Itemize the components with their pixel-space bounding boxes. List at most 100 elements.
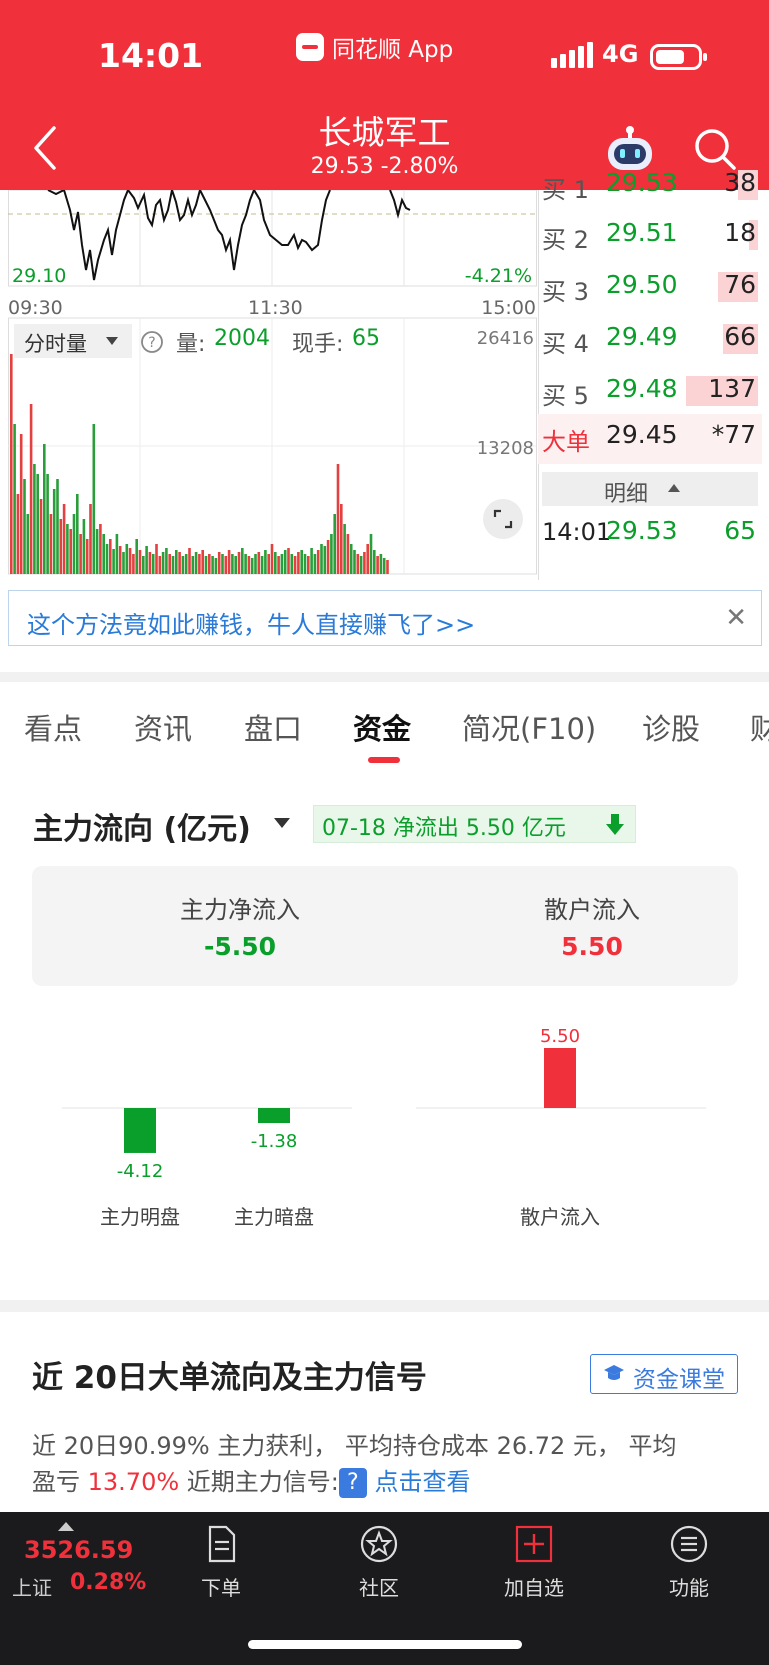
graduation-cap-icon	[604, 1365, 624, 1380]
hand-value: 65	[352, 326, 380, 351]
signals-title: 近 20日大单流向及主力信号	[32, 1360, 427, 1396]
volume-bar	[340, 504, 343, 574]
app-logo-icon	[296, 33, 324, 61]
fund-class-button[interactable]: 资金课堂	[590, 1354, 738, 1394]
volume-bar	[293, 556, 297, 574]
volume-bar	[204, 556, 208, 574]
add-square-icon	[515, 1525, 553, 1563]
volume-bar	[244, 554, 247, 574]
volume-bar	[125, 544, 129, 574]
profit-loss-label: 盈亏	[32, 1468, 88, 1496]
volume-bar	[132, 554, 135, 574]
orderbook-panel: 买 1 29.53 38 买 2 29.51 18 买 3 29.50 76 买 4 29.49 66…	[538, 168, 762, 580]
volume-bar	[217, 552, 221, 574]
volume-bar	[316, 550, 320, 574]
tab-news[interactable]: 资讯	[134, 706, 192, 748]
volume-bar	[151, 554, 155, 574]
volume-bar	[234, 556, 237, 574]
bid-label: 买 2	[542, 226, 589, 254]
volume-bar	[171, 556, 175, 574]
flow-category-label: 散户流入	[520, 1205, 600, 1229]
document-icon	[208, 1525, 236, 1563]
tab-profile[interactable]: 简况(F10)	[462, 706, 596, 748]
nav-add-watchlist[interactable]: 加自选	[489, 1524, 579, 1601]
volume-bar	[148, 552, 152, 574]
detail-toggle[interactable]: 明细	[542, 472, 758, 507]
volume-bar	[33, 464, 36, 574]
vol-dropdown-label: 分时量	[24, 332, 87, 356]
menu-circle-icon	[670, 1525, 708, 1563]
view-signal-link[interactable]: 点击查看	[375, 1468, 471, 1496]
tab-funds[interactable]: 资金	[353, 706, 411, 748]
volume-bar	[76, 494, 79, 574]
volume-bar	[323, 546, 327, 574]
tab-highlights[interactable]: 看点	[24, 706, 82, 748]
big-order-row[interactable]: 大单 29.45 *77	[538, 414, 762, 464]
volume-bar	[79, 534, 82, 574]
volume-bar	[155, 544, 158, 574]
promo-text[interactable]: 这个方法竟如此赚钱，牛人直接赚飞了>>	[27, 605, 475, 640]
volume-bar	[13, 424, 16, 574]
volume-bar	[250, 558, 254, 574]
fund-flow-svg: -4.12 主力明盘 -1.38 主力暗盘 5.50 散户流入	[62, 1026, 706, 1229]
bid-row[interactable]: 买 1 29.53 38	[538, 162, 762, 212]
bid-row[interactable]: 买 4 29.49 66	[538, 316, 762, 366]
bid-row[interactable]: 买 2 29.51 18	[538, 212, 762, 262]
volume-bar	[247, 556, 251, 574]
nav-order[interactable]: 下单	[176, 1524, 266, 1601]
close-icon[interactable]: ✕	[725, 603, 747, 633]
volume-bar	[69, 529, 72, 574]
hand-label: 现手:	[292, 332, 344, 357]
bid-price: 29.48	[606, 374, 678, 403]
volume-bar	[208, 554, 211, 574]
signals-desc-line1: 近 20日90.99% 主力获利， 平均持仓成本 26.72 元， 平均	[32, 1432, 677, 1460]
flow-bar	[124, 1108, 156, 1153]
nav-functions[interactable]: 功能	[644, 1524, 734, 1601]
volume-bar	[366, 544, 369, 574]
volume-bar	[194, 552, 198, 574]
volume-bar	[290, 554, 294, 574]
volume-bar	[105, 544, 109, 574]
nav-community[interactable]: 社区	[334, 1524, 424, 1601]
volume-bar	[224, 556, 228, 574]
home-indicator[interactable]	[248, 1640, 522, 1649]
time-start-label: 09:30	[8, 297, 63, 319]
help-icon[interactable]: ?	[140, 330, 164, 354]
volume-bar	[43, 444, 46, 574]
volume-bar	[191, 556, 195, 574]
index-pct: 0.28%	[70, 1570, 147, 1595]
dropdown-caret-icon[interactable]	[274, 818, 290, 828]
volume-bar	[320, 544, 323, 574]
nav-community-label: 社区	[359, 1576, 399, 1600]
time-end-label: 15:00	[481, 297, 536, 319]
volume-bar	[382, 558, 386, 574]
vol-dropdown[interactable]: 分时量	[14, 324, 132, 358]
volume-bar	[161, 552, 165, 574]
index-ticker[interactable]: 3526.59 上证 0.28%	[0, 1512, 150, 1612]
bid-row[interactable]: 买 3 29.50 76	[538, 264, 762, 314]
fund-flow-title[interactable]: 主力流向 (亿元)	[33, 804, 251, 848]
promo-banner[interactable]: 这个方法竟如此赚钱，牛人直接赚飞了>> ✕	[8, 590, 762, 646]
volume-bar	[227, 550, 231, 574]
volume-bar	[287, 548, 290, 574]
volume-bar	[260, 556, 264, 574]
flow-bar	[544, 1048, 576, 1108]
index-name: 上证	[12, 1576, 52, 1600]
volume-bar	[297, 552, 300, 574]
tab-finance[interactable]: 财	[750, 706, 769, 748]
volume-bar	[313, 554, 317, 574]
volume-bar	[379, 554, 383, 574]
intraday-chart[interactable]: 29.10 -4.21% 09:30 11:30 15:00 26416 132…	[8, 186, 538, 580]
bid-price: 29.51	[606, 218, 678, 247]
network-label: 4G	[602, 40, 639, 68]
tick-time: 14:01	[542, 518, 612, 546]
fullscreen-icon[interactable]	[482, 498, 524, 540]
tab-orderbook[interactable]: 盘口	[244, 706, 302, 748]
volume-bar	[201, 550, 204, 574]
caret-up-icon	[668, 484, 680, 492]
volume-bar	[188, 548, 191, 574]
bid-row[interactable]: 买 5 29.48 137	[538, 368, 762, 418]
tab-diagnosis[interactable]: 诊股	[642, 706, 700, 748]
signal-label: 近期主力信号:	[179, 1468, 339, 1496]
low-pct-label: -4.21%	[465, 265, 532, 287]
